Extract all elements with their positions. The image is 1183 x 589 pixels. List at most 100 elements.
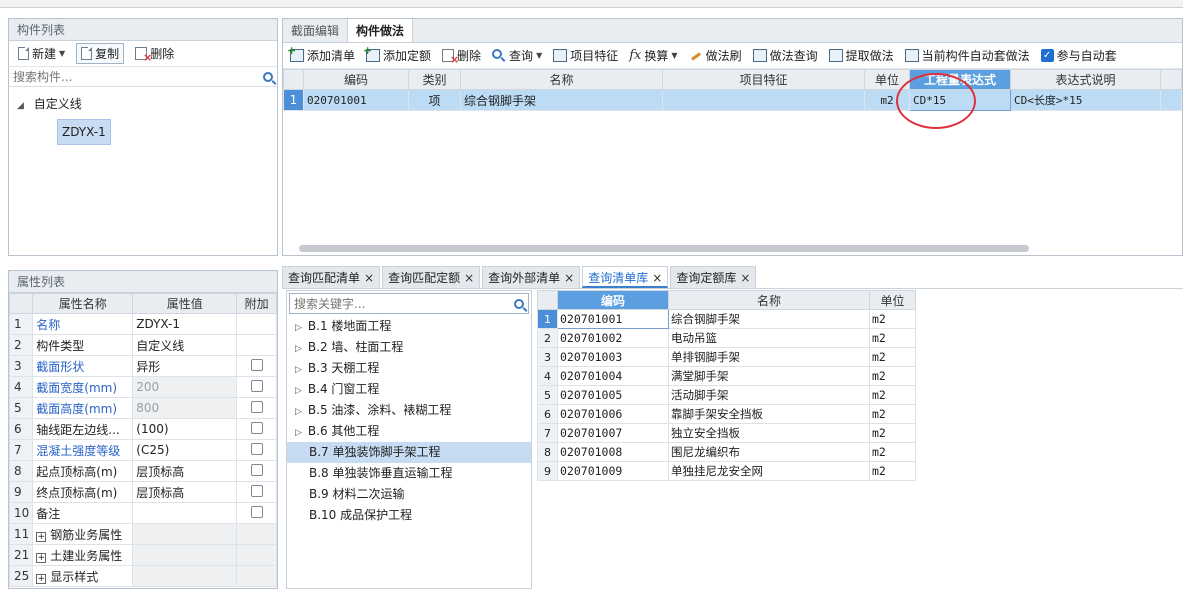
tab-match-list[interactable]: 查询匹配清单 × [282, 266, 381, 288]
result-unit[interactable]: m2 [869, 423, 916, 443]
attr-row[interactable]: 6 轴线距左边线... (100) [8, 418, 277, 440]
extract-method-button[interactable]: 提取做法 [826, 45, 897, 66]
tab-quota-library[interactable]: 查询定额库 × [670, 266, 757, 288]
row-unit[interactable]: m2 [864, 89, 910, 111]
horizontal-scrollbar[interactable] [299, 245, 1029, 252]
search-icon[interactable] [514, 298, 524, 309]
attach-checkbox[interactable] [250, 463, 263, 476]
chevron-right-icon[interactable]: ▷ [295, 386, 302, 396]
tab-match-quota[interactable]: 查询匹配定额 × [382, 266, 481, 288]
close-icon[interactable]: × [652, 271, 662, 285]
attach-checkbox[interactable] [250, 379, 263, 392]
attr-row[interactable]: 3 截面形状 异形 [8, 355, 277, 377]
result-code[interactable]: 020701004 [557, 366, 669, 386]
expand-plus-icon[interactable]: + [36, 552, 47, 563]
tree-item[interactable]: B.9 材料二次运输 [287, 484, 531, 505]
chevron-right-icon[interactable]: ▷ [295, 344, 302, 354]
expand-plus-icon[interactable]: + [36, 531, 47, 542]
method-row[interactable]: 1 020701001 项 综合钢脚手架 m2 CD*15 CD<长度>*15 [283, 89, 1182, 111]
chevron-down-icon[interactable]: ▼ [59, 49, 65, 58]
result-code[interactable]: 020701007 [557, 423, 669, 443]
attr-row[interactable]: 5 截面高度(mm) 800 [8, 397, 277, 419]
tab-section-edit[interactable]: 截面编辑 [283, 19, 347, 42]
expanded-arrow-icon[interactable]: ◢ [17, 101, 24, 111]
tab-list-library[interactable]: 查询清单库 × [582, 266, 669, 288]
result-name[interactable]: 电动吊篮 [668, 328, 870, 348]
chevron-right-icon[interactable]: ▷ [295, 428, 302, 438]
tree-item[interactable]: B.8 单独装饰垂直运输工程 [287, 463, 531, 484]
result-unit[interactable]: m2 [869, 461, 916, 481]
result-code[interactable]: 020701003 [557, 347, 669, 367]
result-name[interactable]: 独立安全挡板 [668, 423, 870, 443]
attr-row[interactable]: 1 名称 ZDYX-1 [8, 313, 277, 335]
add-quota-button[interactable]: 添加定额 [363, 44, 434, 66]
method-query-button[interactable]: 做法查询 [750, 45, 821, 66]
chevron-down-icon[interactable]: ▼ [536, 51, 542, 60]
result-code[interactable]: 020701002 [557, 328, 669, 348]
row-code[interactable]: 020701001 [303, 89, 409, 111]
search-icon[interactable] [263, 71, 273, 82]
attach-checkbox[interactable] [250, 358, 263, 371]
result-name[interactable]: 围尼龙编织布 [668, 442, 870, 462]
chevron-right-icon[interactable]: ▷ [295, 365, 302, 375]
auto-apply-button[interactable]: 当前构件自动套做法 [902, 45, 1033, 66]
attach-checkbox[interactable] [250, 442, 263, 455]
attr-row[interactable]: 4 截面宽度(mm) 200 [8, 376, 277, 398]
component-search-input[interactable] [13, 69, 263, 84]
result-row[interactable]: 1 020701001 综合钢脚手架 m2 [537, 309, 916, 329]
result-name[interactable]: 综合钢脚手架 [668, 309, 870, 329]
result-name[interactable]: 单排钢脚手架 [668, 347, 870, 367]
close-icon[interactable]: × [364, 271, 374, 285]
result-unit[interactable]: m2 [869, 442, 916, 462]
attr-value[interactable]: (100) [132, 418, 238, 440]
tree-item-selected[interactable]: B.7 单独装饰脚手架工程 [287, 442, 531, 463]
attr-row[interactable]: 7 混凝土强度等级 (C25) [8, 439, 277, 461]
copy-button[interactable]: 复制 [76, 43, 125, 64]
row-name[interactable]: 综合钢脚手架 [460, 89, 663, 111]
row-feature[interactable] [662, 89, 865, 111]
attach-checkbox[interactable] [250, 484, 263, 497]
tree-item[interactable]: ▷ B.3 天棚工程 [287, 358, 531, 379]
chevron-down-icon[interactable]: ▼ [671, 51, 677, 60]
result-row[interactable]: 2 020701002 电动吊篮 m2 [537, 328, 916, 348]
tab-external-list[interactable]: 查询外部清单 × [482, 266, 581, 288]
close-icon[interactable]: × [740, 271, 750, 285]
attr-row[interactable]: 2 构件类型 自定义线 [8, 334, 277, 356]
result-code[interactable]: 020701008 [557, 442, 669, 462]
result-name[interactable]: 活动脚手架 [668, 385, 870, 405]
method-brush-button[interactable]: 做法刷 [686, 45, 745, 66]
new-button[interactable]: 新建 ▼ [13, 43, 70, 64]
tree-item[interactable]: B.10 成品保护工程 [287, 505, 531, 526]
result-code[interactable]: 020701006 [557, 404, 669, 424]
attr-value[interactable]: 异形 [132, 355, 238, 377]
expand-plus-icon[interactable]: + [36, 573, 47, 584]
close-icon[interactable]: × [464, 271, 474, 285]
result-row[interactable]: 3 020701003 单排钢脚手架 m2 [537, 347, 916, 367]
attr-row[interactable]: 8 起点顶标高(m) 层顶标高 [8, 460, 277, 482]
attr-group-row[interactable]: 21 + 土建业务属性 [8, 544, 277, 566]
result-name[interactable]: 单独挂尼龙安全网 [668, 461, 870, 481]
result-row[interactable]: 9 020701009 单独挂尼龙安全网 m2 [537, 461, 916, 481]
result-row[interactable]: 7 020701007 独立安全挡板 m2 [537, 423, 916, 443]
attr-value[interactable]: 自定义线 [132, 334, 238, 356]
tree-root-item[interactable]: ◢ 自定义线 [17, 93, 277, 117]
result-unit[interactable]: m2 [869, 404, 916, 424]
attr-value[interactable] [132, 502, 238, 524]
tree-child-item[interactable]: ZDYX-1 [57, 119, 111, 145]
checkbox-checked-icon[interactable]: ✓ [1040, 49, 1054, 62]
attr-value[interactable]: ZDYX-1 [132, 313, 238, 335]
result-name[interactable]: 满堂脚手架 [668, 366, 870, 386]
tree-item[interactable]: ▷ B.6 其他工程 [287, 421, 531, 442]
result-row[interactable]: 6 020701006 靠脚手架安全挡板 m2 [537, 404, 916, 424]
tree-item[interactable]: ▷ B.2 墙、柱面工程 [287, 337, 531, 358]
tree-item[interactable]: ▷ B.1 楼地面工程 [287, 316, 531, 337]
tree-item[interactable]: ▷ B.5 油漆、涂料、裱糊工程 [287, 400, 531, 421]
result-unit[interactable]: m2 [869, 385, 916, 405]
tree-item[interactable]: ▷ B.4 门窗工程 [287, 379, 531, 400]
chevron-right-icon[interactable]: ▷ [295, 323, 302, 333]
item-feature-button[interactable]: 项目特征 [550, 45, 621, 66]
attach-checkbox[interactable] [250, 505, 263, 518]
result-name[interactable]: 靠脚手架安全挡板 [668, 404, 870, 424]
result-unit[interactable]: m2 [869, 309, 916, 329]
result-row[interactable]: 5 020701005 活动脚手架 m2 [537, 385, 916, 405]
